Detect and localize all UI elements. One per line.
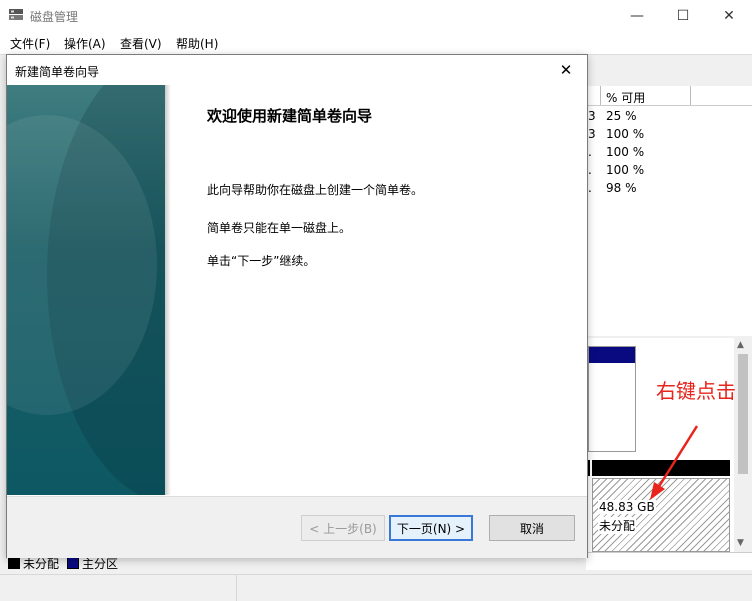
annotation-arrow-icon xyxy=(650,425,699,500)
